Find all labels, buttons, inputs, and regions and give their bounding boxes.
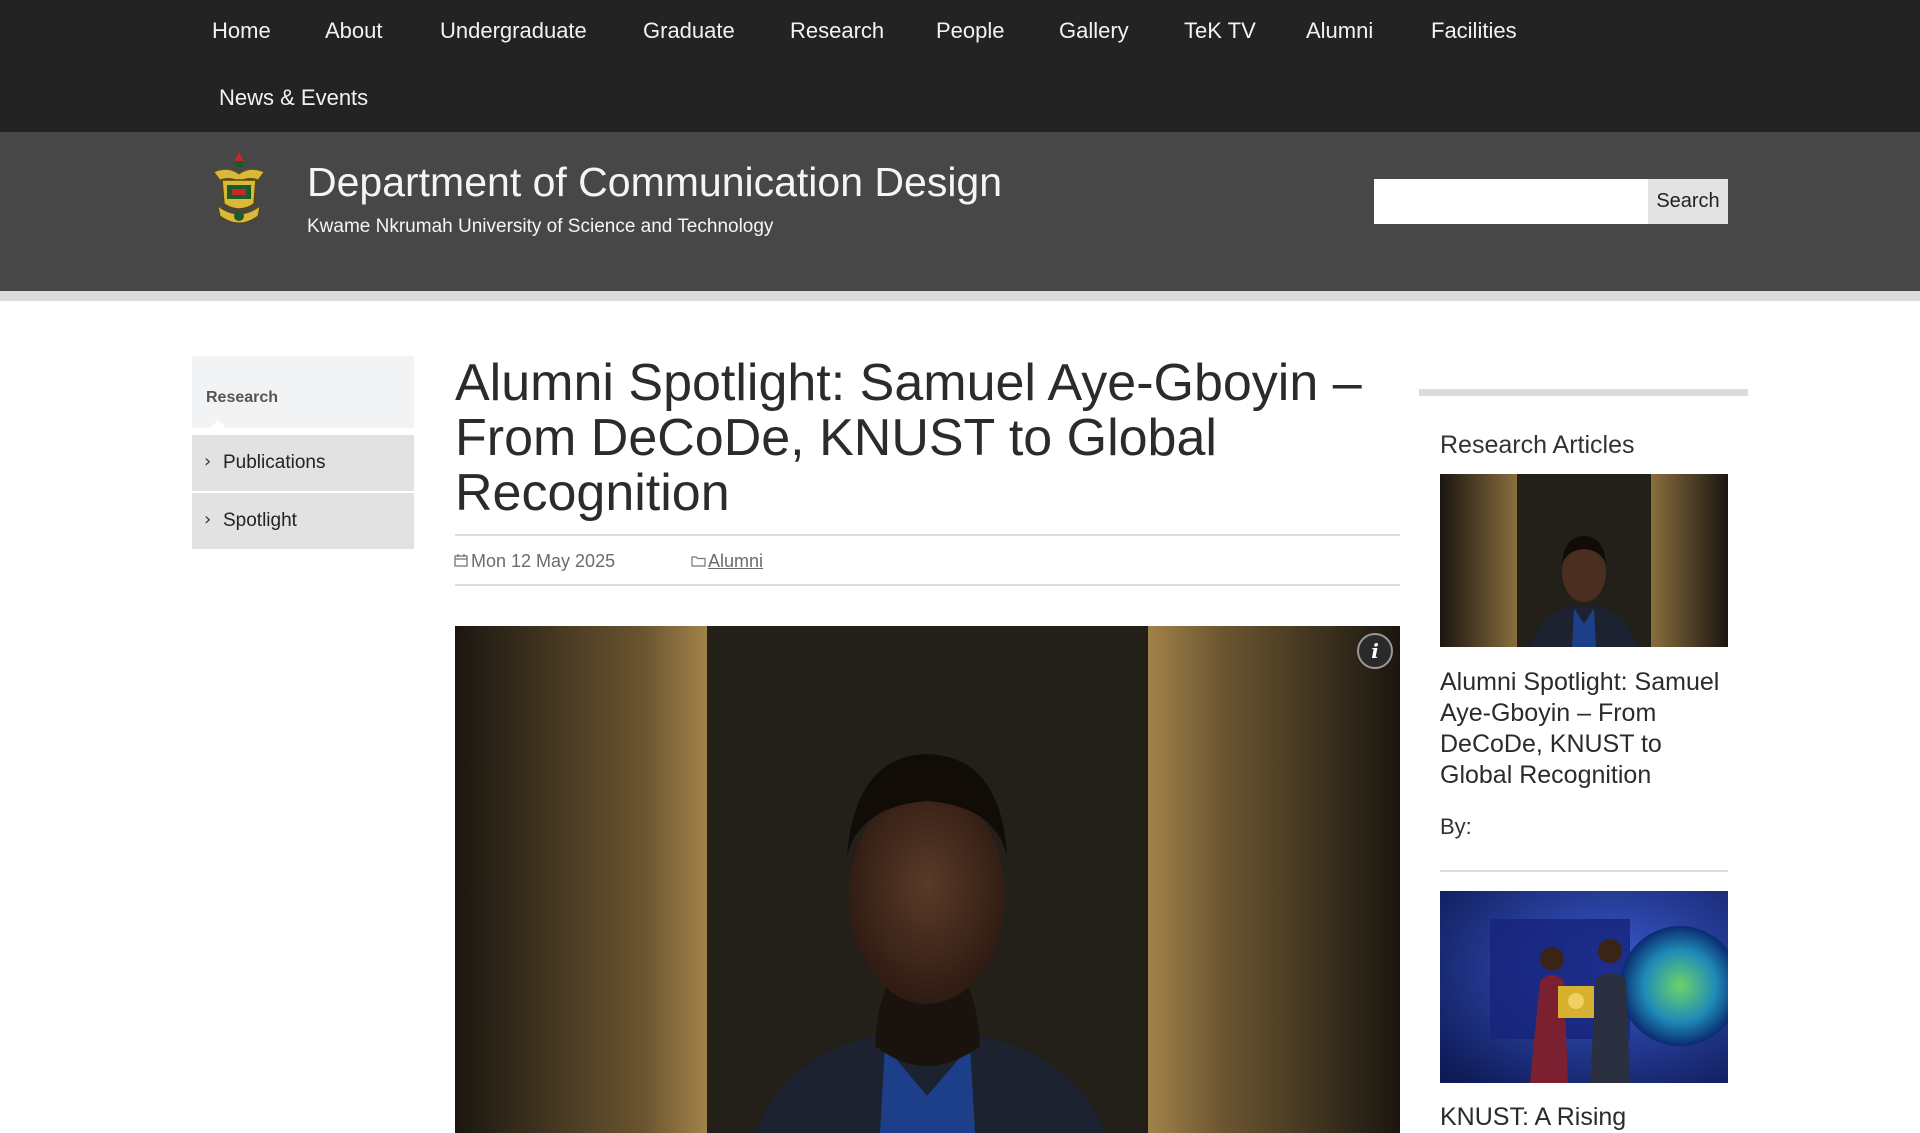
related-thumbnail-1[interactable] bbox=[1440, 474, 1728, 647]
knust-crest-icon[interactable] bbox=[208, 150, 270, 234]
nav-about[interactable]: About bbox=[325, 18, 383, 44]
search-input[interactable] bbox=[1374, 179, 1648, 224]
article-category-link[interactable]: Alumni bbox=[708, 551, 763, 572]
related-thumbnail-2[interactable] bbox=[1440, 891, 1728, 1083]
article-hero-image bbox=[455, 626, 1400, 1133]
main-nav: Home About Undergraduate Graduate Resear… bbox=[0, 0, 1920, 132]
related-article-title-1[interactable]: Alumni Spotlight: Samuel Aye-Gboyin – Fr… bbox=[1440, 667, 1730, 791]
article-title: Alumni Spotlight: Samuel Aye-Gboyin – Fr… bbox=[455, 354, 1362, 522]
article-date: Mon 12 May 2025 bbox=[471, 551, 616, 571]
nav-alumni[interactable]: Alumni bbox=[1306, 18, 1373, 44]
nav-research[interactable]: Research bbox=[790, 18, 884, 44]
nav-people[interactable]: People bbox=[936, 18, 1005, 44]
nav-gallery[interactable]: Gallery bbox=[1059, 18, 1129, 44]
sidebar-item-label: Spotlight bbox=[223, 510, 297, 531]
related-separator bbox=[1440, 870, 1728, 872]
folder-icon bbox=[691, 556, 706, 567]
header-divider bbox=[0, 291, 1920, 301]
chevron-right-icon: › bbox=[204, 451, 212, 472]
site-title[interactable]: Department of Communication Design bbox=[307, 157, 1002, 207]
related-top-rule bbox=[1419, 389, 1748, 396]
sidebar-heading: Research bbox=[192, 356, 414, 428]
nav-undergraduate[interactable]: Undergraduate bbox=[440, 18, 587, 44]
sidebar-item-spotlight[interactable]: › Spotlight bbox=[192, 493, 414, 549]
sidebar-item-label: Publications bbox=[223, 452, 326, 473]
meta-divider-top bbox=[455, 534, 1400, 536]
sidebar-heading-label: Research bbox=[206, 389, 279, 406]
active-caret-icon bbox=[210, 420, 226, 428]
nav-facilities[interactable]: Facilities bbox=[1431, 18, 1517, 44]
nav-home[interactable]: Home bbox=[212, 18, 271, 44]
calendar-icon bbox=[454, 554, 468, 567]
nav-tek-tv[interactable]: TeK TV bbox=[1184, 18, 1256, 44]
chevron-right-icon: › bbox=[204, 509, 212, 530]
meta-divider-bottom bbox=[455, 584, 1400, 586]
info-icon[interactable]: i bbox=[1357, 633, 1393, 669]
nav-graduate[interactable]: Graduate bbox=[643, 18, 735, 44]
nav-news-events[interactable]: News & Events bbox=[219, 85, 368, 111]
search-button[interactable]: Search bbox=[1648, 179, 1728, 224]
related-heading: Research Articles bbox=[1440, 431, 1635, 459]
site-subtitle: Kwame Nkrumah University of Science and … bbox=[307, 216, 774, 237]
sidebar-item-publications[interactable]: › Publications bbox=[192, 435, 414, 491]
related-article-title-2[interactable]: KNUST: A Rising bbox=[1440, 1102, 1740, 1133]
related-byline: By: bbox=[1440, 814, 1472, 839]
